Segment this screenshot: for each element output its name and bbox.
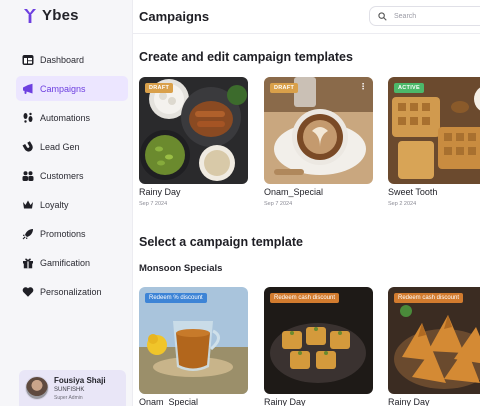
sidebar-item-customers[interactable]: Customers [16,163,128,188]
page-title: Campaigns [139,9,210,24]
brand-name: Ybes [42,7,79,24]
user-profile[interactable]: Fousiya Shaji SUNFISHK Super Admin [19,370,126,406]
gift-icon [22,257,34,269]
template-name: Rainy Day [139,187,181,197]
sidebar-item-automations[interactable]: Automations [16,105,128,130]
sidebar-item-promotions[interactable]: Promotions [16,221,128,246]
search-icon [378,11,387,21]
sidebar-item-gamification[interactable]: Gamification [16,250,128,275]
sidebar-item-label: Campaigns [40,83,86,94]
template-name: Onam_Special [139,397,199,406]
sidebar: Ybes Dashboard Campaigns Automations Lea… [0,0,133,406]
sidebar-item-loyalty[interactable]: Loyalty [16,192,128,217]
select-card-onam-special[interactable]: Redeem % discount [139,287,248,394]
baklava-image [264,287,373,394]
profile-org: SUNFISHK [54,387,85,393]
section-title-templates: Create and edit campaign templates [139,50,353,64]
sidebar-item-label: Automations [40,112,91,123]
food-image [139,77,248,184]
sidebar-item-label: Customers [40,170,84,181]
search-input[interactable]: Search [369,6,480,26]
rocket-icon [22,228,34,240]
coffee-image [264,77,373,184]
template-date: Sep 7 2024 [264,201,293,207]
sidebar-item-campaigns[interactable]: Campaigns [16,76,128,101]
profile-name: Fousiya Shaji [54,376,106,385]
brand[interactable]: Ybes [23,7,79,24]
more-options-icon[interactable]: ⋮ [359,83,367,91]
sidebar-item-label: Personalization [40,286,102,297]
tea-image [139,287,248,394]
select-card-rainy-day-2[interactable]: Redeem cash discount [388,287,480,394]
header-divider [133,33,480,34]
discount-tag: Redeem % discount [145,293,207,303]
template-card-onam-special[interactable]: DRAFT ⋮ [264,77,373,184]
waffle-image [388,77,480,184]
select-card-rainy-day[interactable]: Redeem cash discount [264,287,373,394]
megaphone-icon [22,83,34,95]
sidebar-item-label: Promotions [40,228,86,239]
sidebar-item-label: Loyalty [40,199,69,210]
template-card-sweet-tooth[interactable]: ACTIVE [388,77,480,184]
heart-icon [22,286,34,298]
users-icon [22,170,34,182]
profile-role: Super Admin [54,395,83,401]
discount-tag: Redeem cash discount [270,293,340,303]
status-badge: DRAFT [270,83,299,93]
avatar [25,376,49,400]
template-date: Sep 7 2024 [139,201,168,207]
status-badge: DRAFT [145,83,174,93]
template-group-title: Monsoon Specials [139,263,223,274]
footsteps-icon [22,112,34,124]
table-icon [22,54,34,66]
sidebar-item-personalization[interactable]: Personalization [16,279,128,304]
sidebar-item-label: Gamification [40,257,91,268]
sidebar-item-label: Lead Gen [40,141,80,152]
sidebar-item-dashboard[interactable]: Dashboard [16,47,128,72]
section-title-select: Select a campaign template [139,235,303,249]
search-placeholder: Search [394,12,417,20]
magnet-icon [22,140,34,153]
sidebar-item-label: Dashboard [40,54,85,65]
sidebar-item-lead-gen[interactable]: Lead Gen [16,134,128,159]
sidebar-nav: Dashboard Campaigns Automations Lead Gen… [16,47,128,308]
discount-tag: Redeem cash discount [394,293,464,303]
template-name: Sweet Tooth [388,187,438,197]
template-name: Rainy Day [264,397,306,406]
template-card-rainy-day[interactable]: DRAFT [139,77,248,184]
template-name: Onam_Special [264,187,324,197]
samosa-image [388,287,480,394]
template-name: Rainy Day [388,397,430,406]
crown-icon [22,199,34,211]
template-date: Sep 2 2024 [388,201,417,207]
brand-logo-icon [24,8,36,23]
status-badge: ACTIVE [394,83,424,93]
